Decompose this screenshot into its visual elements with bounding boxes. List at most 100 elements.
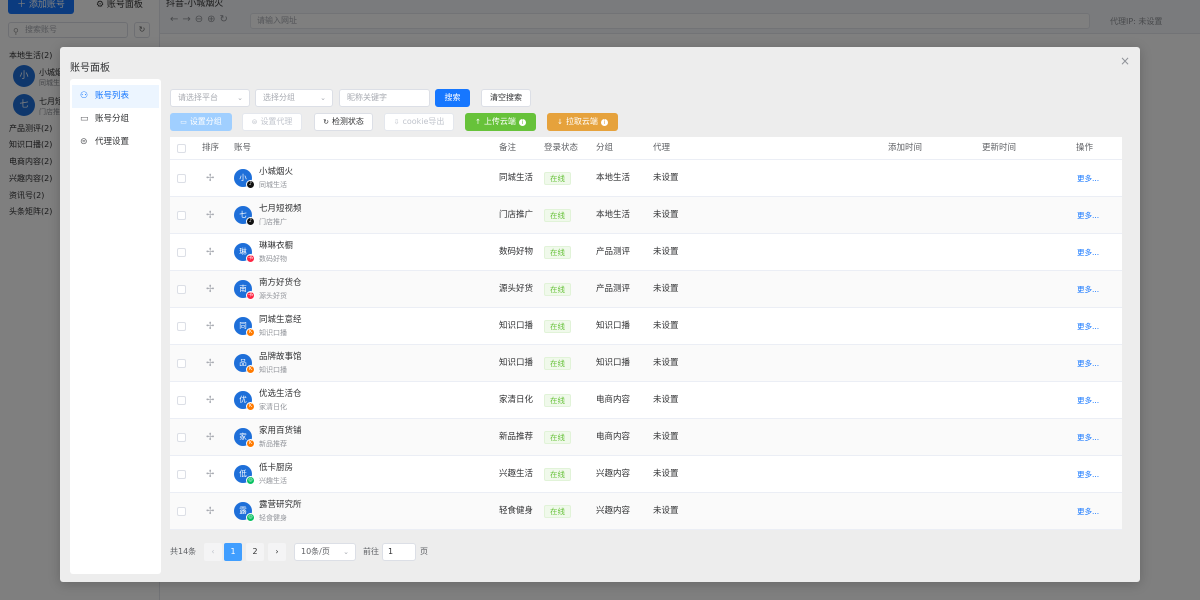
platform-select[interactable]: 请选择平台 ⌄ xyxy=(170,89,250,107)
row-checkbox[interactable] xyxy=(177,470,186,479)
row-checkbox[interactable] xyxy=(177,433,186,442)
drag-handle-icon[interactable]: ✢ xyxy=(206,197,214,234)
proxy-cell: 未设置 xyxy=(653,432,679,442)
row-checkbox[interactable] xyxy=(177,396,186,405)
drag-handle-icon[interactable]: ✢ xyxy=(206,419,214,456)
status-badge: 在线 xyxy=(544,246,571,259)
more-actions-link[interactable]: 更多... xyxy=(1077,345,1099,382)
nav-item-proxy-settings[interactable]: ⊜ 代理设置 xyxy=(72,131,159,154)
select-all-checkbox[interactable] xyxy=(177,144,186,153)
account-name: 品牌故事馆 xyxy=(259,352,302,362)
table-row[interactable]: ✢ 品 K 品牌故事馆 知识口播 知识口播 在线 知识口播 未设置 更多... xyxy=(170,345,1122,382)
group-cell: 知识口播 xyxy=(596,321,631,331)
dialog-main: 请选择平台 ⌄ 选择分组 ⌄ 昵称关键字 搜索 清空搜索 ▭ 设置分组 ⊜ 设置代理… xyxy=(170,85,1122,575)
account-remark-sub: 门店推广 xyxy=(259,218,287,226)
dialog-nav: ⚇ 账号列表 ▭ 账号分组 ⊜ 代理设置 xyxy=(70,79,161,574)
table-row[interactable]: ✢ 南书南方好货仓 源头好货 源头好货 在线 产品测评 未设置 更多... xyxy=(170,271,1122,308)
clear-search-button[interactable]: 清空搜索 xyxy=(481,89,531,107)
more-actions-link[interactable]: 更多... xyxy=(1077,160,1099,197)
drag-handle-icon[interactable]: ✢ xyxy=(206,160,214,197)
proxy-cell: 未设置 xyxy=(653,247,679,257)
account-remark-sub: 知识口播 xyxy=(259,366,287,374)
set-group-button[interactable]: ▭ 设置分组 xyxy=(170,113,232,131)
table-row[interactable]: ✢ 同 K 同城生意经 知识口播 知识口播 在线 知识口播 未设置 更多... xyxy=(170,308,1122,345)
arrow-down-icon: ↓ xyxy=(557,118,563,126)
account-name: 小城烟火 xyxy=(259,167,294,177)
cookie-export-button[interactable]: ⇩ cookie导出 xyxy=(384,113,454,131)
table-row[interactable]: ✢ 家 K 家用百货铺 新品推荐 新品推荐 在线 电商内容 未设置 更多... xyxy=(170,419,1122,456)
button-label: 上传云端 xyxy=(483,117,516,126)
remark-cell: 同城生活 xyxy=(499,173,534,183)
group-select[interactable]: 选择分组 ⌄ xyxy=(255,89,333,107)
row-checkbox[interactable] xyxy=(177,322,186,331)
prev-page-icon[interactable]: ‹ xyxy=(204,543,222,561)
info-icon: i xyxy=(518,119,526,126)
next-page-icon[interactable]: › xyxy=(268,543,286,561)
table-row[interactable]: ✢ 露 ◎ 露营研究所 轻食健身 轻食健身 在线 兴趣内容 未设置 更多... xyxy=(170,493,1122,530)
status-badge: 在线 xyxy=(544,320,571,333)
table-row[interactable]: ✢ 七 ♪ 七月短视频 门店推广 门店推广 在线 本地生活 未设置 更多... xyxy=(170,197,1122,234)
drag-handle-icon[interactable]: ✢ xyxy=(206,271,214,308)
table-row[interactable]: ✢ 琳书琳琳衣橱 数码好物 数码好物 在线 产品测评 未设置 更多... xyxy=(170,234,1122,271)
goto-page-input[interactable]: 1 xyxy=(382,543,416,561)
row-checkbox[interactable] xyxy=(177,507,186,516)
remark-cell: 知识口播 xyxy=(499,358,534,368)
account-name: 露营研究所 xyxy=(259,500,302,510)
group-cell: 产品测评 xyxy=(596,247,631,257)
close-icon[interactable]: × xyxy=(1120,54,1130,68)
page-2-button[interactable]: 2 xyxy=(246,543,264,561)
row-checkbox[interactable] xyxy=(177,174,186,183)
remark-cell: 兴趣生活 xyxy=(499,469,534,479)
nav-label: 代理设置 xyxy=(95,137,130,147)
status-badge: 在线 xyxy=(544,468,571,481)
filter-bar: 请选择平台 ⌄ 选择分组 ⌄ 昵称关键字 搜索 清空搜索 xyxy=(170,89,1122,107)
more-actions-link[interactable]: 更多... xyxy=(1077,234,1099,271)
ks-platform-icon: K xyxy=(246,365,255,374)
row-checkbox[interactable] xyxy=(177,359,186,368)
account-table: 排序 账号 备注 登录状态 分组 代理 添加时间 更新时间 操作 ✢ 小 ♪ 小城烟火… xyxy=(170,137,1122,530)
more-actions-link[interactable]: 更多... xyxy=(1077,493,1099,530)
xhs-platform-icon: 书 xyxy=(246,291,255,300)
account-name: 优选生活仓 xyxy=(259,389,302,399)
douyin-platform-icon: ♪ xyxy=(246,217,255,226)
pull-cloud-button[interactable]: ↓ 拉取云端 i xyxy=(547,113,618,131)
account-remark-sub: 源头好货 xyxy=(259,292,287,300)
page-1-button[interactable]: 1 xyxy=(224,543,242,561)
row-checkbox[interactable] xyxy=(177,285,186,294)
chevron-down-icon: ⌄ xyxy=(343,548,349,556)
nav-item-account-group[interactable]: ▭ 账号分组 xyxy=(72,108,159,131)
drag-handle-icon[interactable]: ✢ xyxy=(206,345,214,382)
status-badge: 在线 xyxy=(544,431,571,444)
row-checkbox[interactable] xyxy=(177,211,186,220)
more-actions-link[interactable]: 更多... xyxy=(1077,456,1099,493)
check-status-button[interactable]: ↻ 检测状态 xyxy=(314,113,373,131)
proxy-cell: 未设置 xyxy=(653,358,679,368)
drag-handle-icon[interactable]: ✢ xyxy=(206,493,214,530)
header-sort: 排序 xyxy=(202,143,220,153)
table-row[interactable]: ✢ 低 ◎ 低卡厨房 兴趣生活 兴趣生活 在线 兴趣内容 未设置 更多... xyxy=(170,456,1122,493)
header-remark: 备注 xyxy=(499,143,517,153)
upload-cloud-button[interactable]: ↑ 上传云端 i xyxy=(465,113,536,131)
more-actions-link[interactable]: 更多... xyxy=(1077,382,1099,419)
table-row[interactable]: ✢ 小 ♪ 小城烟火 同城生活 同城生活 在线 本地生活 未设置 更多... xyxy=(170,160,1122,197)
info-icon: i xyxy=(600,119,608,126)
drag-handle-icon[interactable]: ✢ xyxy=(206,456,214,493)
more-actions-link[interactable]: 更多... xyxy=(1077,197,1099,234)
set-proxy-button[interactable]: ⊜ 设置代理 xyxy=(242,113,302,131)
page-size-select[interactable]: 10条/页 ⌄ xyxy=(294,543,356,561)
group-cell: 知识口播 xyxy=(596,358,631,368)
more-actions-link[interactable]: 更多... xyxy=(1077,308,1099,345)
row-checkbox[interactable] xyxy=(177,248,186,257)
drag-handle-icon[interactable]: ✢ xyxy=(206,234,214,271)
keyword-input[interactable]: 昵称关键字 xyxy=(339,89,430,107)
more-actions-link[interactable]: 更多... xyxy=(1077,419,1099,456)
drag-handle-icon[interactable]: ✢ xyxy=(206,382,214,419)
nav-item-account-list[interactable]: ⚇ 账号列表 xyxy=(72,85,159,108)
account-name: 同城生意经 xyxy=(259,315,302,325)
account-remark-sub: 知识口播 xyxy=(259,329,287,337)
search-button[interactable]: 搜索 xyxy=(435,89,470,107)
drag-handle-icon[interactable]: ✢ xyxy=(206,308,214,345)
more-actions-link[interactable]: 更多... xyxy=(1077,271,1099,308)
table-row[interactable]: ✢ 优 K 优选生活仓 家清日化 家清日化 在线 电商内容 未设置 更多... xyxy=(170,382,1122,419)
nav-label: 账号列表 xyxy=(95,91,130,101)
